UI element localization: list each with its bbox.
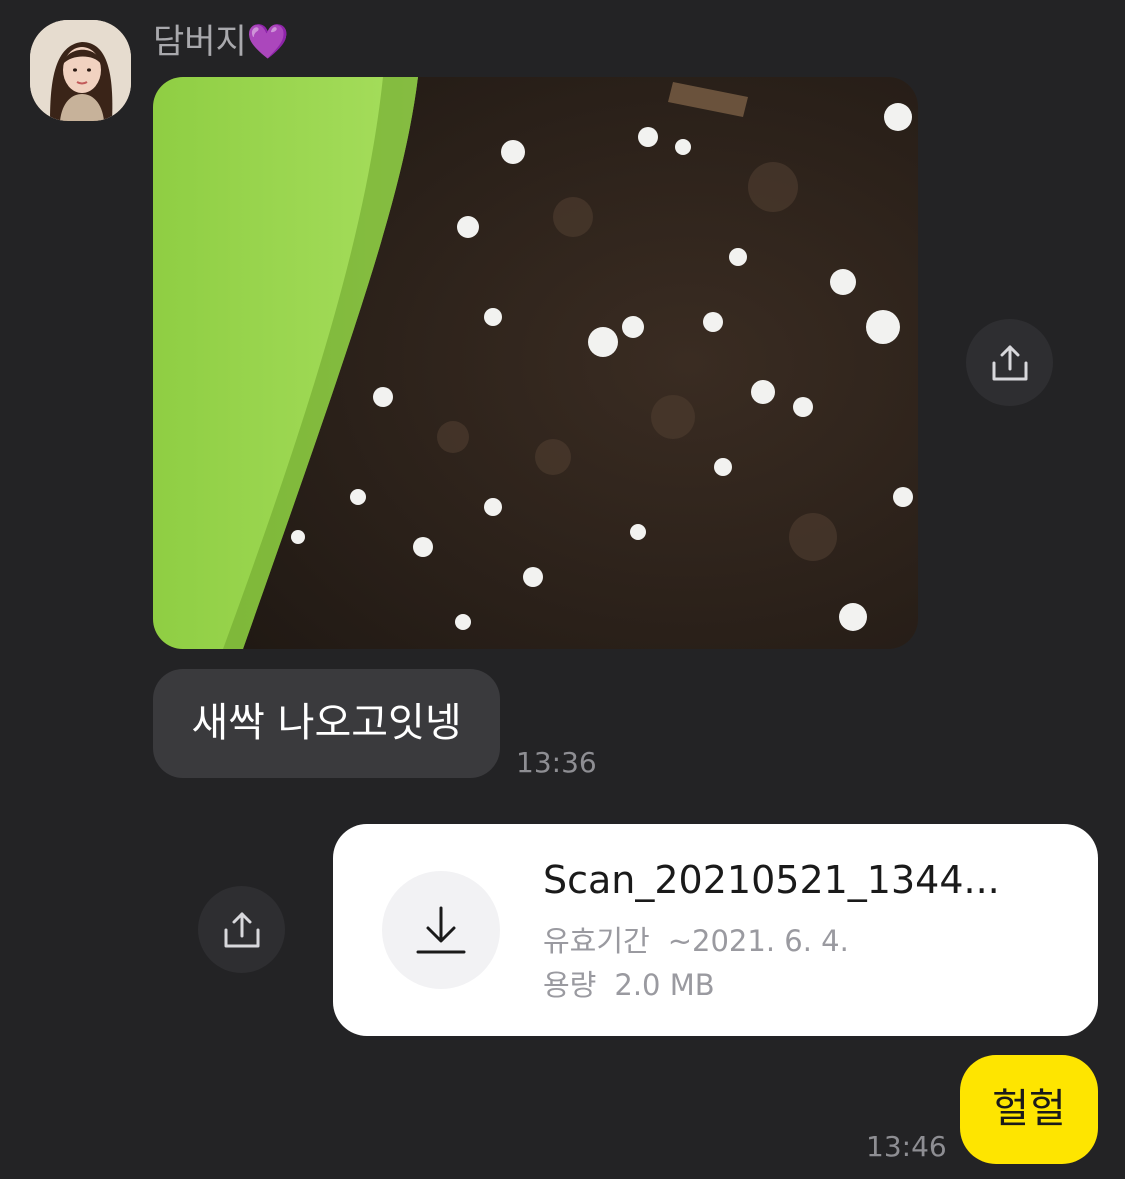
download-icon xyxy=(416,906,466,954)
share-icon xyxy=(224,912,259,947)
soil-photo xyxy=(153,77,918,649)
share-icon xyxy=(992,345,1027,380)
file-expiry-value: ~2021. 6. 4. xyxy=(667,924,849,958)
share-button[interactable] xyxy=(198,886,285,973)
file-size: 용량 2.0 MB xyxy=(543,962,715,1004)
file-size-label: 용량 xyxy=(543,968,597,1002)
photo-message[interactable] xyxy=(153,77,918,649)
share-button[interactable] xyxy=(966,319,1053,406)
message-timestamp: 13:46 xyxy=(866,1130,947,1163)
incoming-message-bubble[interactable]: 새싹 나오고잇넹 xyxy=(153,669,500,778)
sender-name: 담버지💜 xyxy=(153,22,290,62)
message-timestamp: 13:36 xyxy=(516,746,597,779)
avatar[interactable] xyxy=(30,20,131,121)
file-message-card[interactable]: Scan_20210521_1344... 유효기간 ~2021. 6. 4. 용… xyxy=(333,824,1098,1036)
chat-room: 담버지💜 새싹 나오고잇넹 13:36 Scan_20210521_1344..… xyxy=(0,0,1125,1179)
file-expiry: 유효기간 ~2021. 6. 4. xyxy=(543,918,849,960)
outgoing-message-bubble[interactable]: 헐헐 xyxy=(960,1055,1098,1164)
file-name: Scan_20210521_1344... xyxy=(543,858,1000,902)
download-button[interactable] xyxy=(382,871,500,989)
file-size-value: 2.0 MB xyxy=(614,968,715,1002)
file-expiry-label: 유효기간 xyxy=(543,924,650,958)
avatar-photo xyxy=(30,20,131,121)
